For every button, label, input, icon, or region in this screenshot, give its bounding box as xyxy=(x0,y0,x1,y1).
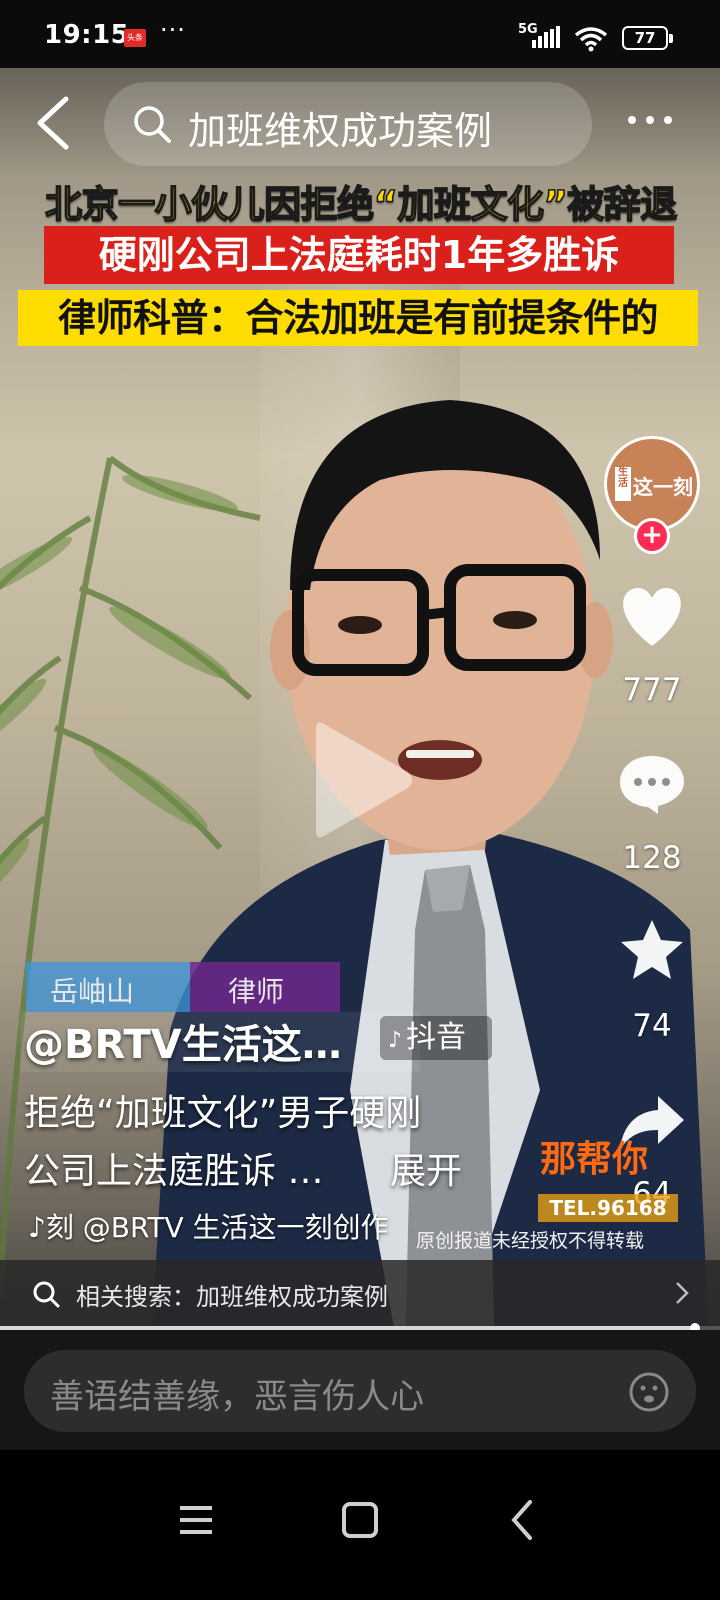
status-bar: 19:15 头条 ··· 5G 77 xyxy=(0,0,720,68)
music-note-icon: ♪ xyxy=(28,1211,46,1244)
tv-hotline: TEL.96168 xyxy=(538,1194,678,1222)
music-text: 刻 @BRTV 生活这一刻创作 xyxy=(45,1211,389,1244)
nameplate-name: 岳岫山 xyxy=(50,975,135,1008)
play-icon[interactable] xyxy=(306,720,416,840)
expand-caption-button[interactable]: 展开 xyxy=(390,1142,462,1194)
douyin-source-badge[interactable]: ♪ 抖音 xyxy=(380,1016,492,1060)
like-count: 777 xyxy=(622,672,682,708)
chevron-right-icon xyxy=(676,1282,689,1304)
battery-indicator: 77 xyxy=(622,26,673,50)
video-headline-1: 北京一小伙儿因拒绝“加班文化”被辞退 xyxy=(44,182,678,227)
search-bar[interactable]: 加班维权成功案例 xyxy=(104,82,592,166)
copyright-notice: 原创报道未经授权不得转载 xyxy=(416,1230,645,1252)
toutiao-notification-icon: 头条 xyxy=(124,29,146,47)
nameplate-role-box: 律师 xyxy=(190,962,340,1012)
search-icon xyxy=(33,1281,60,1308)
home-icon[interactable] xyxy=(330,1490,390,1550)
related-search-bar[interactable]: 相关搜索：加班维权成功案例 xyxy=(0,1260,720,1328)
follow-button[interactable]: + xyxy=(634,518,670,554)
caption-line-2[interactable]: 公司上法庭胜诉 … xyxy=(24,1142,323,1194)
nameplate-role: 律师 xyxy=(228,975,285,1008)
more-options-icon[interactable] xyxy=(622,100,678,140)
clock: 19:15 xyxy=(44,20,130,50)
douyin-note-icon: ♪ xyxy=(388,1028,403,1053)
video-headline-3: 律师科普：合法加班是有前提条件的 xyxy=(18,290,698,346)
back-arrow-icon[interactable] xyxy=(30,95,78,151)
system-nav-bar xyxy=(0,1450,720,1600)
related-search-label: 相关搜索：加班维权成功案例 xyxy=(76,1283,388,1311)
nameplate-name-box: 岳岫山 xyxy=(26,962,190,1012)
music-info[interactable]: ♪刻 @BRTV 生活这一刻创作 xyxy=(28,1206,438,1246)
author-name[interactable]: @BRTV生活这… xyxy=(24,1012,342,1070)
douyin-label: 抖音 xyxy=(406,1020,467,1055)
like-heart-icon[interactable] xyxy=(618,586,686,650)
comment-placeholder: 善语结善缘，恶言伤人心 xyxy=(50,1377,424,1417)
avatar-small-text: 生活 xyxy=(615,467,631,501)
caption-line-1[interactable]: 拒绝“加班文化”男子硬刚 xyxy=(24,1084,421,1136)
search-icon xyxy=(134,106,171,143)
comment-count: 128 xyxy=(622,840,682,876)
wifi-icon xyxy=(574,27,608,52)
avatar-text: 这一刻 xyxy=(633,475,693,499)
more-notifications-icon: ··· xyxy=(160,16,186,44)
system-back-icon[interactable] xyxy=(494,1490,554,1550)
search-query: 加班维权成功案例 xyxy=(188,109,493,153)
recent-apps-icon[interactable] xyxy=(166,1490,226,1550)
signal-icon xyxy=(532,26,560,48)
comment-input[interactable]: 善语结善缘，恶言伤人心 xyxy=(24,1350,696,1432)
favorite-count: 74 xyxy=(632,1008,672,1044)
tv-program-logo: 那帮你 xyxy=(540,1139,649,1180)
emoji-icon[interactable] xyxy=(628,1371,670,1413)
video-headline-2: 硬刚公司上法庭耗时1年多胜诉 xyxy=(44,226,674,284)
favorite-star-icon[interactable] xyxy=(618,918,686,982)
comment-icon[interactable] xyxy=(618,752,686,816)
